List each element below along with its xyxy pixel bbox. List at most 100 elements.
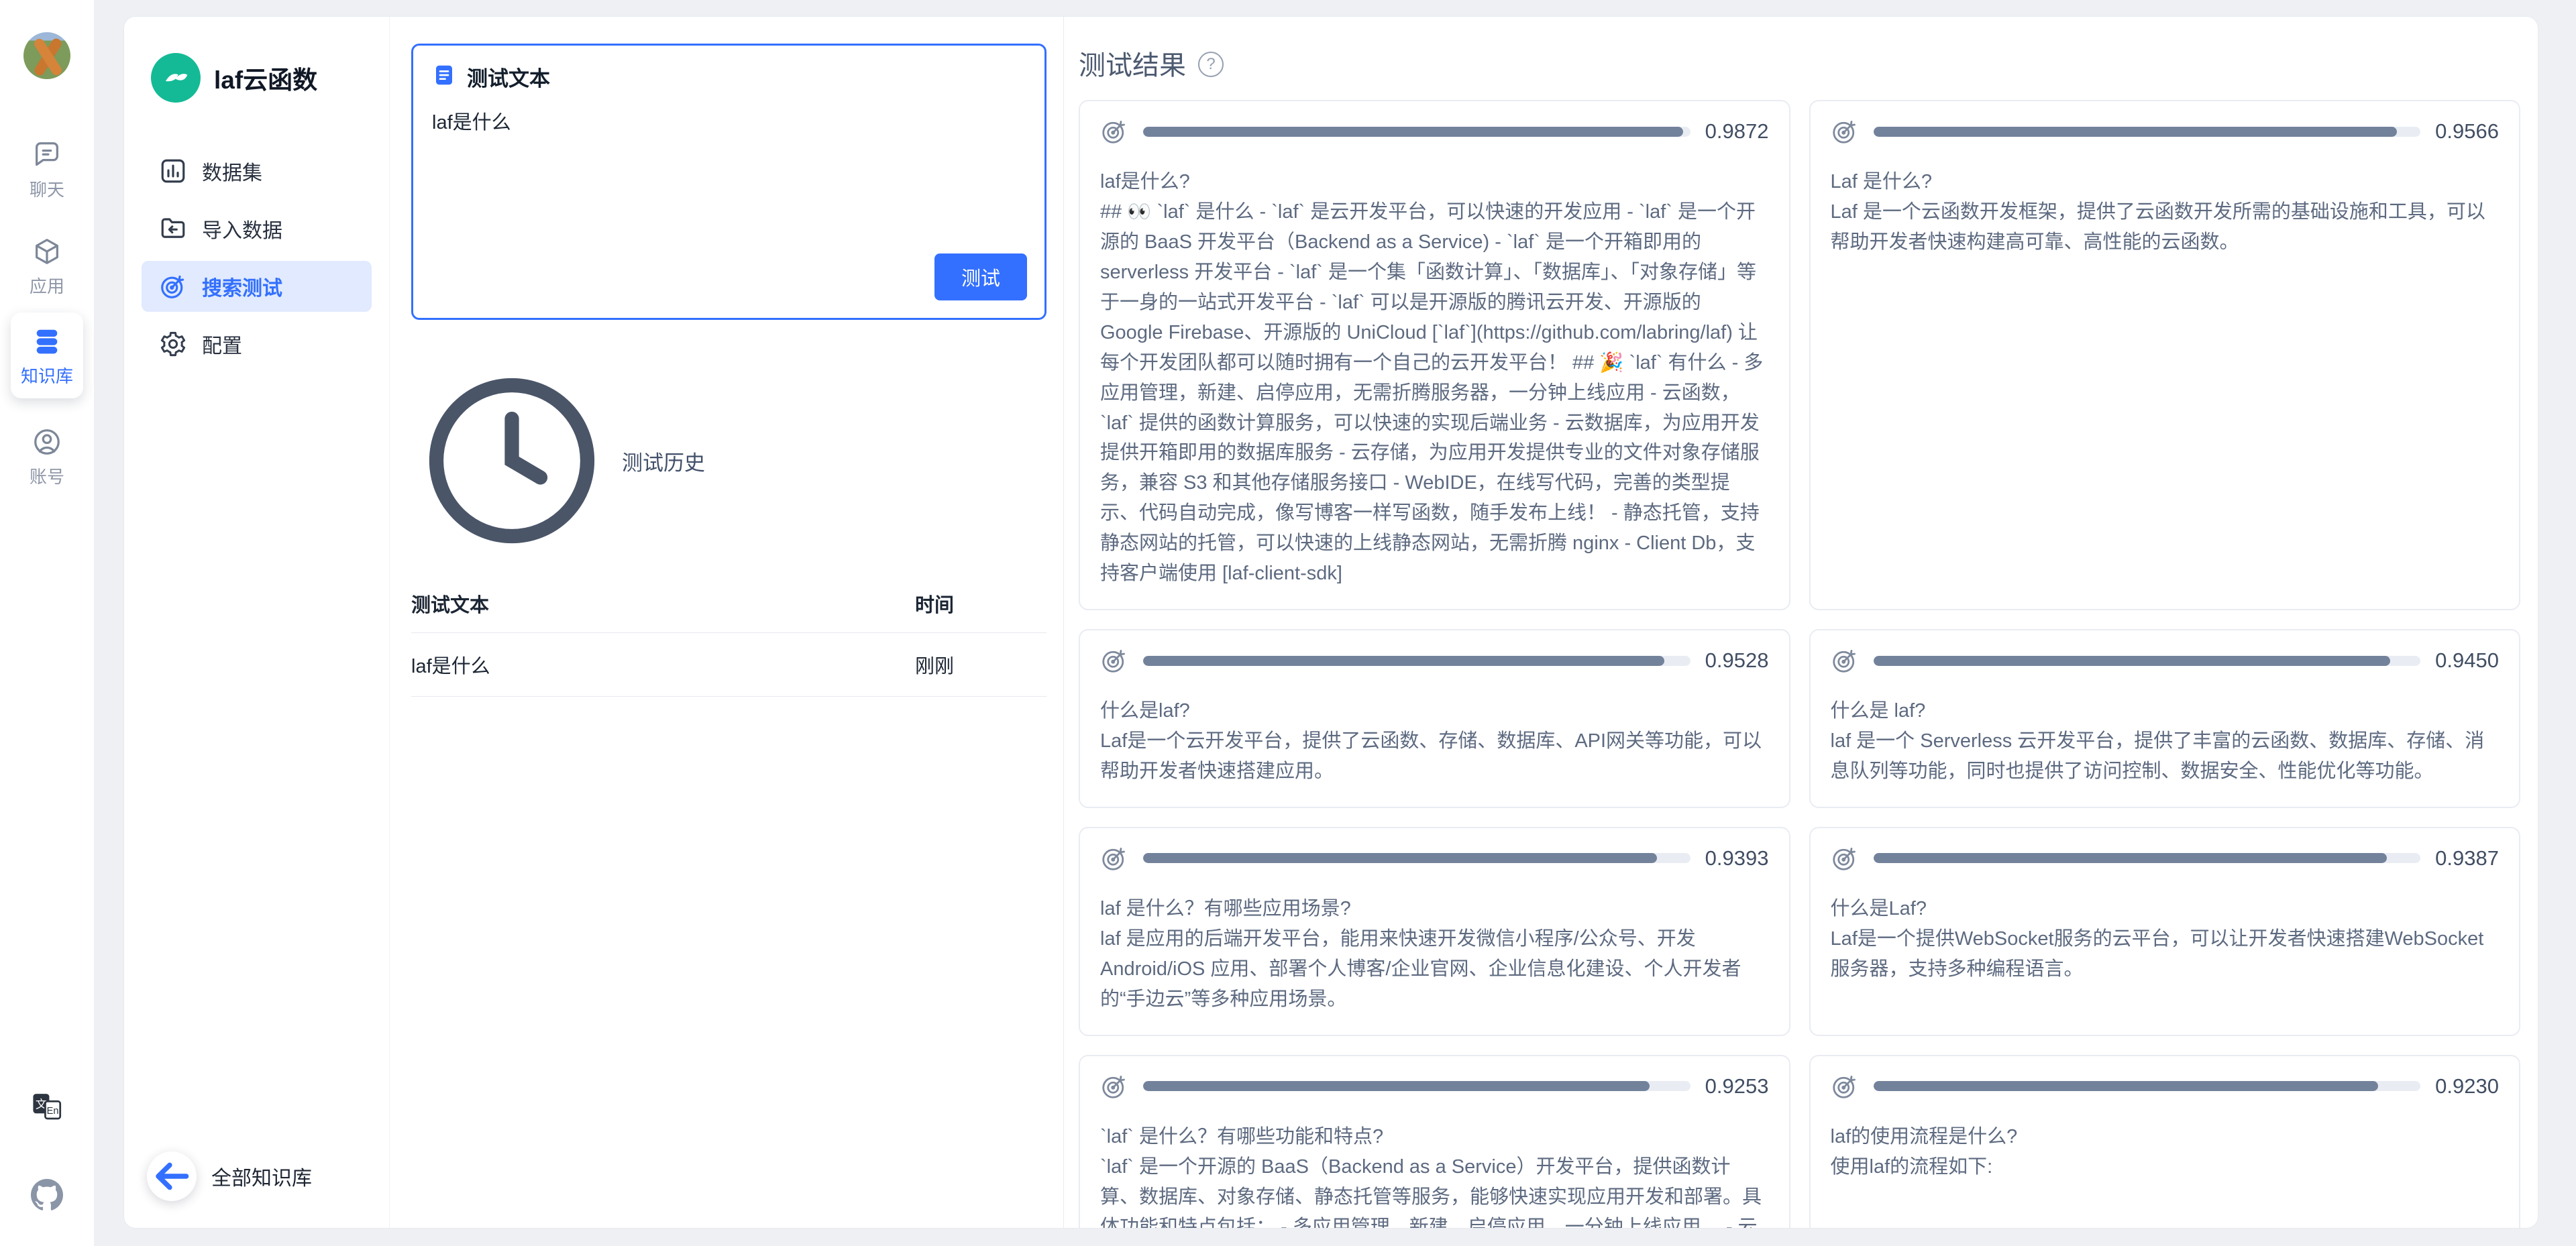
score-bar (1143, 1081, 1690, 1091)
clock-icon (411, 360, 612, 561)
result-score: 0.9253 (1705, 1074, 1769, 1098)
rail-item-chat[interactable]: 聊天 (30, 139, 64, 201)
history-row[interactable]: laf是什么 刚刚 (411, 633, 1046, 697)
history-col-time: 时间 (915, 589, 1046, 618)
rail-item-knowledge-base[interactable]: 知识库 (11, 313, 83, 398)
result-body: Laf 是一个云函数开发框架，提供了云函数开发所需的基础设施和工具，可以帮助开发… (1831, 197, 2500, 258)
target-icon (1831, 1072, 1859, 1100)
result-card: 0.9393 laf 是什么？有哪些应用场景? laf 是应用的后端开发平台，能… (1079, 827, 1790, 1036)
result-card: 0.9230 laf的使用流程是什么? 使用laf的流程如下: (1809, 1055, 2521, 1228)
chat-icon (32, 139, 62, 170)
result-card: 0.9253 `laf` 是什么？有哪些功能和特点? `laf` 是一个开源的 … (1079, 1055, 1790, 1228)
result-body: Laf是一个云开发平台，提供了云函数、存储、数据库、API网关等功能，可以帮助开… (1100, 726, 1769, 787)
score-bar (1143, 127, 1690, 137)
target-icon (1100, 117, 1128, 146)
result-title: 什么是Laf? (1831, 894, 2500, 924)
laf-logo (151, 53, 201, 103)
menu-item-label: 配置 (202, 329, 242, 359)
svg-text:En: En (47, 1106, 59, 1117)
history-row-time: 刚刚 (915, 650, 1046, 679)
dataset-icon (159, 157, 187, 185)
score-bar-fill (1143, 853, 1657, 863)
rail-item-label: 账号 (30, 463, 64, 488)
result-body: ## 👀 `laf` 是什么 - `laf` 是云开发平台，可以快速的开发应用 … (1100, 197, 1769, 589)
menu-item-import-data[interactable]: 导入数据 (142, 203, 372, 254)
document-icon (432, 63, 456, 91)
score-bar-fill (1874, 1081, 2379, 1091)
test-text-input[interactable]: laf是什么 (432, 107, 1026, 254)
kb-menu-column: laf云函数 数据集 导入数据 搜索测试 (124, 17, 390, 1228)
result-title: laf是什么? (1100, 167, 1769, 197)
score-bar-fill (1874, 127, 2397, 137)
target-icon (1100, 646, 1128, 675)
result-card: 0.9528 什么是laf? Laf是一个云开发平台，提供了云函数、存储、数据库… (1079, 629, 1790, 808)
menu-item-label: 搜索测试 (202, 272, 282, 301)
menu-item-dataset[interactable]: 数据集 (142, 146, 372, 196)
result-title: `laf` 是什么？有哪些功能和特点? (1100, 1122, 1769, 1152)
results-title: 测试结果 (1079, 44, 1186, 82)
back-to-all-kb-button[interactable]: 全部知识库 (147, 1151, 372, 1201)
rail-item-app[interactable]: 应用 (30, 236, 64, 298)
test-box-title: 测试文本 (467, 62, 550, 92)
avatar[interactable] (23, 32, 70, 79)
result-card: 0.9450 什么是 laf? laf 是一个 Serverless 云开发平台… (1809, 629, 2521, 808)
target-icon (159, 272, 187, 300)
result-body: 使用laf的流程如下: (1831, 1152, 2500, 1182)
test-column: 测试文本 laf是什么 测试 测试历史 测试文本 时间 laf是什么 刚刚 (390, 17, 1064, 1228)
help-icon[interactable]: ? (1198, 52, 1224, 77)
score-bar (1874, 853, 2421, 863)
history-title: 测试历史 (622, 446, 705, 476)
target-icon (1831, 117, 1859, 146)
database-icon (32, 326, 62, 357)
cube-icon (32, 236, 62, 267)
result-card: 0.9872 laf是什么? ## 👀 `laf` 是什么 - `laf` 是云… (1079, 100, 1790, 610)
result-title: laf 是什么？有哪些应用场景? (1100, 894, 1769, 924)
result-body: laf 是一个 Serverless 云开发平台，提供了丰富的云函数、数据库、存… (1831, 726, 2500, 787)
result-score: 0.9393 (1705, 846, 1769, 870)
result-title: 什么是laf? (1100, 696, 1769, 726)
rail-item-label: 知识库 (21, 363, 73, 388)
back-label: 全部知识库 (211, 1162, 312, 1191)
score-bar-fill (1874, 656, 2391, 666)
test-text-box: 测试文本 laf是什么 测试 (411, 44, 1046, 320)
app-rail: 聊天 应用 知识库 账号 文En (0, 0, 94, 1246)
result-score: 0.9528 (1705, 648, 1769, 673)
result-card: 0.9387 什么是Laf? Laf是一个提供WebSocket服务的云平台，可… (1809, 827, 2521, 1036)
result-grid: 0.9872 laf是什么? ## 👀 `laf` 是什么 - `laf` 是云… (1079, 100, 2520, 1228)
result-body: laf 是应用的后端开发平台，能用来快速开发微信小程序/公众号、开发 Andro… (1100, 924, 1769, 1015)
menu-item-label: 导入数据 (202, 214, 282, 243)
score-bar-fill (1874, 853, 2387, 863)
history-col-text: 测试文本 (411, 589, 915, 618)
score-bar (1874, 1081, 2421, 1091)
result-score: 0.9230 (2435, 1074, 2499, 1098)
folder-import-icon (159, 215, 187, 243)
score-bar-fill (1143, 1081, 1650, 1091)
score-bar (1874, 127, 2421, 137)
gear-icon (159, 330, 187, 358)
result-card: 0.9566 Laf 是什么? Laf 是一个云函数开发框架，提供了云函数开发所… (1809, 100, 2521, 610)
result-title: 什么是 laf? (1831, 696, 2500, 726)
score-bar-fill (1143, 656, 1664, 666)
result-body: `laf` 是一个开源的 BaaS（Backend as a Service）开… (1100, 1152, 1769, 1228)
menu-item-label: 数据集 (202, 156, 262, 186)
history-table: 测试文本 时间 laf是什么 刚刚 (411, 589, 1046, 697)
target-icon (1831, 844, 1859, 872)
history-row-text: laf是什么 (411, 650, 915, 679)
kb-header: laf云函数 (151, 53, 372, 103)
result-score: 0.9387 (2435, 846, 2499, 870)
back-arrow-icon (147, 1151, 197, 1201)
result-score: 0.9872 (1705, 119, 1769, 144)
rail-item-label: 聊天 (30, 176, 64, 201)
result-title: Laf 是什么? (1831, 167, 2500, 197)
kb-title: laf云函数 (214, 60, 317, 96)
target-icon (1831, 646, 1859, 675)
result-score: 0.9566 (2435, 119, 2499, 144)
test-button[interactable]: 测试 (934, 253, 1027, 300)
rail-item-account[interactable]: 账号 (30, 427, 64, 488)
score-bar (1143, 853, 1690, 863)
menu-item-search-test[interactable]: 搜索测试 (142, 261, 372, 312)
github-icon[interactable] (31, 1179, 63, 1211)
language-toggle-icon[interactable]: 文En (31, 1090, 63, 1123)
menu-item-config[interactable]: 配置 (142, 319, 372, 370)
score-bar-fill (1143, 127, 1683, 137)
